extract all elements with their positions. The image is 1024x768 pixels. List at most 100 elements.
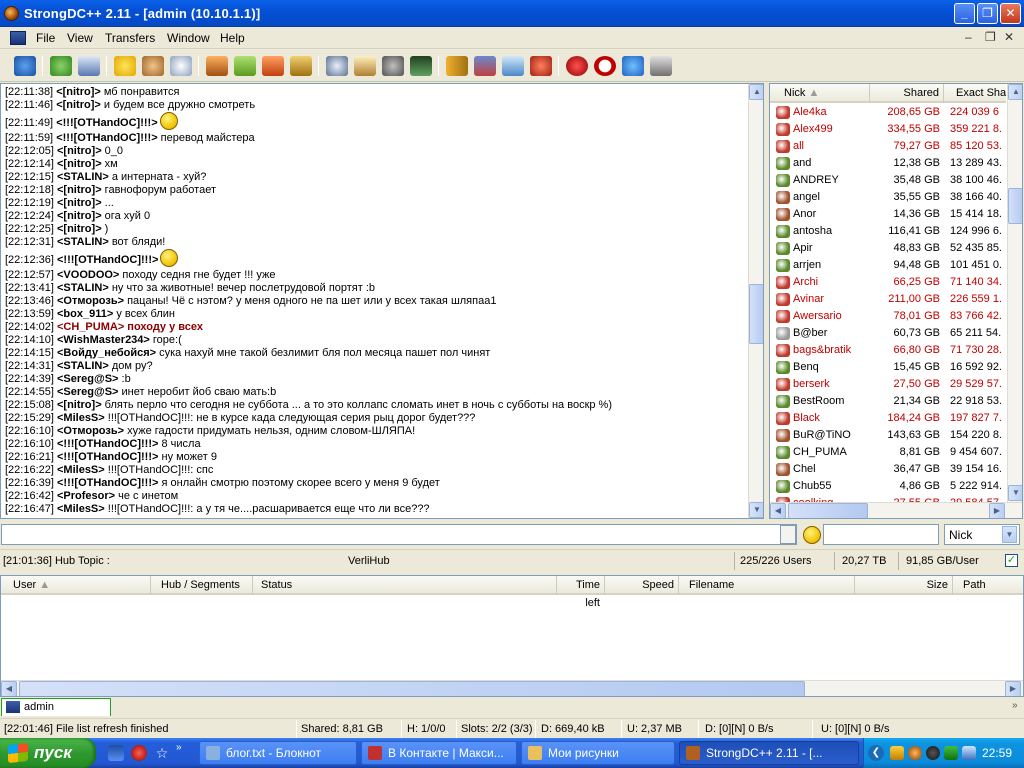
menu-view[interactable]: View <box>67 31 93 45</box>
chat-nick[interactable]: <!!![OTHandOC]!!!> <box>56 132 157 144</box>
tray-media-icon[interactable] <box>926 746 940 760</box>
scroll-down-arrow-icon[interactable]: ▼ <box>1008 485 1022 501</box>
tray-update-icon[interactable] <box>944 746 958 760</box>
user-row[interactable]: B@ber 60,73 GB 65 211 54. <box>770 325 1006 342</box>
chat-nick[interactable]: <WishMaster234> <box>57 334 150 346</box>
chat-nick[interactable]: <Войду_небойся> <box>57 347 156 359</box>
taskbar-button[interactable]: StrongDC++ 2.11 - [... <box>679 741 859 765</box>
chat-nick[interactable]: <[nitro]> <box>57 197 102 209</box>
away-icon[interactable] <box>566 56 588 76</box>
chat-nick[interactable]: <CH_PUMA> <box>57 321 124 333</box>
mdi-minimize-button[interactable]: – <box>965 30 972 44</box>
star-icon[interactable]: ☆ <box>154 745 170 761</box>
chat-nick[interactable]: <box_911> <box>57 308 113 320</box>
chat-nick[interactable]: <[nitro]> <box>57 158 102 170</box>
sysinfo-icon[interactable] <box>622 56 644 76</box>
user-row[interactable]: Archi 66,25 GB 71 140 34. <box>770 274 1006 291</box>
menu-transfers[interactable]: Transfers <box>105 31 155 45</box>
chat-nick[interactable]: <MilesS> <box>57 412 105 424</box>
adl-search-icon[interactable] <box>354 56 376 76</box>
chat-nick[interactable]: <Profesor> <box>57 490 115 502</box>
chat-nick[interactable]: <!!![OTHandOC]!!!> <box>57 477 158 489</box>
chat-nick[interactable]: <[nitro]> <box>56 99 101 111</box>
scroll-thumb[interactable] <box>1008 188 1022 224</box>
column-status[interactable]: Status <box>253 576 557 595</box>
chat-nick[interactable]: <[nitro]> <box>56 86 101 98</box>
menu-file[interactable]: File <box>36 31 55 45</box>
app-icon[interactable] <box>4 6 19 21</box>
user-row[interactable]: Anor 14,36 GB 15 414 18. <box>770 206 1006 223</box>
user-row[interactable]: antosha 116,41 GB 124 996 6. <box>770 223 1006 240</box>
chat-nick[interactable]: <MilesS> <box>57 503 105 515</box>
taskbar-button[interactable]: блог.txt - Блокнот <box>199 741 357 765</box>
userlist-hscrollbar[interactable]: ◀ ▶ <box>770 502 1022 518</box>
transfers-hscrollbar[interactable]: ◀ ▶ <box>1 680 1023 696</box>
taskbar-button[interactable]: Мои рисунки <box>521 741 675 765</box>
minimize-button[interactable]: _ <box>954 3 975 24</box>
uploads-icon[interactable] <box>262 56 284 76</box>
tray-volume-icon[interactable] <box>962 746 976 760</box>
filter-select[interactable]: Nick ▼ <box>944 524 1020 545</box>
chat-nick[interactable]: <!!![OTHandOC]!!!> <box>57 451 158 463</box>
column-speed[interactable]: Speed <box>605 576 679 595</box>
chat-nick[interactable]: <[nitro]> <box>57 223 102 235</box>
column-time-left[interactable]: Time left <box>557 576 605 609</box>
limiter-icon[interactable] <box>594 56 616 76</box>
connect-icon[interactable] <box>14 56 36 76</box>
column-filename[interactable]: Filename <box>679 576 855 595</box>
chat-log[interactable]: [22:11:38] <[nitro]> мб понравится [22:11… <box>0 83 764 519</box>
menu-window[interactable]: Window <box>167 31 210 45</box>
message-input[interactable] <box>1 524 797 545</box>
chat-nick[interactable]: <[nitro]> <box>57 210 102 222</box>
user-row[interactable]: Chel 36,47 GB 39 154 16. <box>770 461 1006 478</box>
scroll-up-arrow-icon[interactable]: ▲ <box>749 84 763 100</box>
settings-icon[interactable] <box>502 56 524 76</box>
user-row[interactable]: berserk 27,50 GB 29 529 57. <box>770 376 1006 393</box>
column-shared[interactable]: Shared <box>870 84 944 103</box>
chat-nick[interactable]: <[nitro]> <box>57 399 102 411</box>
user-row[interactable]: angel 35,55 GB 38 166 40. <box>770 189 1006 206</box>
mdi-child-icon[interactable] <box>10 31 26 45</box>
chat-nick[interactable]: <STALIN> <box>57 236 109 248</box>
chat-nick[interactable]: <!!![OTHandOC]!!!> <box>56 117 157 129</box>
transfers-list[interactable]: User ▲ Hub / Segments Status Time left S… <box>0 575 1024 697</box>
tab-overflow-icon[interactable]: » <box>1012 700 1018 711</box>
reconnect-icon[interactable] <box>50 56 72 76</box>
emoticon-button-icon[interactable] <box>803 526 821 544</box>
chat-nick[interactable]: <Sereg@S> <box>57 386 118 398</box>
chat-nick[interactable]: <Отморозь> <box>57 295 124 307</box>
message-spin-icon[interactable] <box>780 525 796 544</box>
column-size[interactable]: Size <box>855 576 953 595</box>
notepad-icon[interactable] <box>410 56 432 76</box>
checkbox-checked-icon[interactable]: ✓ <box>1005 554 1018 567</box>
column-nick[interactable]: Nick ▲ <box>770 84 870 103</box>
chevron-down-icon[interactable]: ▼ <box>1002 526 1017 543</box>
userlist-scrollbar[interactable]: ▲ ▼ <box>1007 84 1022 502</box>
menu-help[interactable]: Help <box>220 31 245 45</box>
scroll-left-arrow-icon[interactable]: ◀ <box>770 503 786 518</box>
scroll-right-arrow-icon[interactable]: ▶ <box>1005 681 1021 696</box>
user-row[interactable]: Awersario 78,01 GB 83 766 42. <box>770 308 1006 325</box>
user-row[interactable]: Apir 48,83 GB 52 435 85. <box>770 240 1006 257</box>
start-button[interactable]: пуск <box>0 738 96 768</box>
refresh-icon[interactable] <box>474 56 496 76</box>
user-row[interactable]: arrjen 94,48 GB 101 451 0. <box>770 257 1006 274</box>
scroll-thumb[interactable] <box>749 284 763 344</box>
users-icon[interactable] <box>142 56 164 76</box>
user-row[interactable]: ANDREY 35,48 GB 38 100 46. <box>770 172 1006 189</box>
user-row[interactable]: Avinar 211,00 GB 226 559 1. <box>770 291 1006 308</box>
user-row[interactable]: Black 184,24 GB 197 827 7. <box>770 410 1006 427</box>
user-row[interactable]: Alex499 334,55 GB 359 221 8. <box>770 121 1006 138</box>
chat-nick[interactable]: <Sereg@S> <box>57 373 118 385</box>
tray-expand-icon[interactable]: ❮ <box>868 745 884 761</box>
search-spy-icon[interactable] <box>382 56 404 76</box>
chat-nick[interactable]: <!!![OTHandOC]!!!> <box>57 438 158 450</box>
scroll-right-arrow-icon[interactable]: ▶ <box>989 503 1005 518</box>
user-row[interactable]: all 79,27 GB 85 120 53. <box>770 138 1006 155</box>
recents-icon[interactable] <box>170 56 192 76</box>
scroll-down-arrow-icon[interactable]: ▼ <box>749 502 763 518</box>
network-stats-icon[interactable] <box>530 56 552 76</box>
column-hub-segments[interactable]: Hub / Segments <box>151 576 253 595</box>
chat-nick[interactable]: <STALIN> <box>57 171 109 183</box>
user-list[interactable]: Nick ▲ Shared Exact Sha Ale4ka 208,65 GB 2… <box>769 83 1023 519</box>
